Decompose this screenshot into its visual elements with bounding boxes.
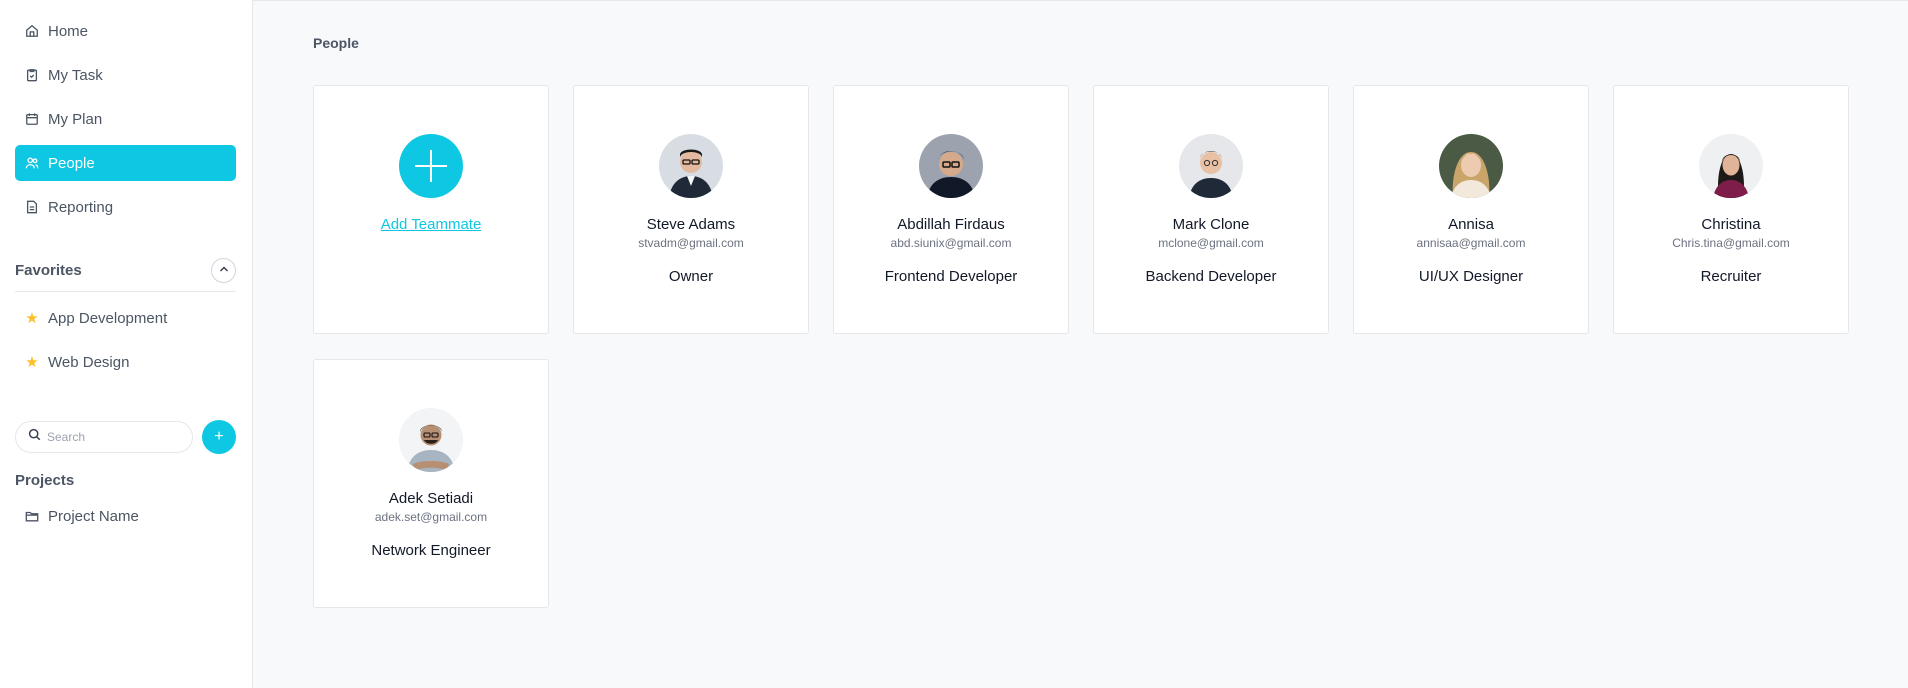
person-email: Chris.tina@gmail.com bbox=[1672, 236, 1790, 250]
person-name: Adek Setiadi bbox=[388, 490, 474, 507]
project-item[interactable]: Project Name bbox=[15, 498, 236, 534]
avatar bbox=[659, 134, 723, 198]
calendar-icon bbox=[24, 111, 40, 127]
person-email: adek.set@gmail.com bbox=[374, 510, 488, 524]
avatar bbox=[1179, 134, 1243, 198]
avatar bbox=[919, 134, 983, 198]
sidebar: Home My Task My Plan People Reporting Fa… bbox=[0, 0, 253, 688]
search-input[interactable] bbox=[47, 430, 187, 444]
home-icon bbox=[24, 23, 40, 39]
add-teammate-button[interactable] bbox=[399, 134, 463, 198]
projects-title: Projects bbox=[15, 472, 75, 489]
person-card[interactable]: Annisa annisaa@gmail.com UI/UX Designer bbox=[1353, 85, 1589, 334]
person-role: Recruiter bbox=[1700, 268, 1762, 285]
person-role: Backend Developer bbox=[1145, 268, 1277, 285]
nav-item-home[interactable]: Home bbox=[15, 13, 236, 49]
add-teammate-card[interactable]: Add Teammate bbox=[313, 85, 549, 334]
plus-icon bbox=[415, 150, 447, 182]
person-email: stvadm@gmail.com bbox=[638, 236, 744, 250]
nav-item-people[interactable]: People bbox=[15, 145, 236, 181]
folder-icon bbox=[24, 508, 40, 524]
project-label: Project Name bbox=[48, 507, 139, 525]
sidebar-search[interactable] bbox=[15, 421, 193, 453]
favorite-item-app-development[interactable]: ★ App Development bbox=[15, 300, 236, 336]
person-card[interactable]: Abdillah Firdaus abd.siunix@gmail.com Fr… bbox=[833, 85, 1069, 334]
person-card[interactable]: Steve Adams stvadm@gmail.com Owner bbox=[573, 85, 809, 334]
document-icon bbox=[24, 199, 40, 215]
person-card[interactable]: Christina Chris.tina@gmail.com Recruiter bbox=[1613, 85, 1849, 334]
nav-item-reporting[interactable]: Reporting bbox=[15, 189, 236, 225]
add-project-button[interactable]: + bbox=[202, 420, 236, 454]
person-card[interactable]: Mark Clone mclone@gmail.com Backend Deve… bbox=[1093, 85, 1329, 334]
person-name: Mark Clone bbox=[1172, 216, 1250, 233]
search-icon bbox=[28, 428, 41, 446]
nav-label: Reporting bbox=[48, 198, 114, 216]
avatar bbox=[1439, 134, 1503, 198]
people-icon bbox=[24, 155, 40, 171]
nav-label: My Plan bbox=[48, 110, 103, 128]
person-role: UI/UX Designer bbox=[1418, 268, 1524, 285]
person-email: annisaa@gmail.com bbox=[1416, 236, 1526, 250]
favorites-title: Favorites bbox=[15, 262, 82, 279]
person-name: Annisa bbox=[1448, 216, 1494, 233]
page-title: People bbox=[313, 35, 359, 51]
plus-icon: + bbox=[214, 428, 224, 445]
add-teammate-link[interactable]: Add Teammate bbox=[314, 216, 548, 233]
favorites-collapse-button[interactable] bbox=[211, 258, 236, 283]
person-name: Christina bbox=[1701, 216, 1761, 233]
person-card[interactable]: Adek Setiadi adek.set@gmail.com Network … bbox=[313, 359, 549, 608]
nav-label: People bbox=[48, 154, 95, 172]
favorite-label: App Development bbox=[48, 309, 168, 327]
star-icon: ★ bbox=[25, 310, 39, 327]
person-role: Frontend Developer bbox=[884, 268, 1018, 285]
nav-label: Home bbox=[48, 22, 89, 40]
favorites-divider bbox=[15, 291, 236, 292]
person-name: Abdillah Firdaus bbox=[897, 216, 1005, 233]
favorite-item-web-design[interactable]: ★ Web Design bbox=[15, 344, 236, 380]
star-icon: ★ bbox=[25, 354, 39, 371]
nav-label: My Task bbox=[48, 66, 103, 84]
clipboard-icon bbox=[24, 67, 40, 83]
main-top-border bbox=[253, 0, 1908, 1]
person-email: mclone@gmail.com bbox=[1158, 236, 1264, 250]
person-name: Steve Adams bbox=[646, 216, 736, 233]
nav-item-my-task[interactable]: My Task bbox=[15, 57, 236, 93]
avatar bbox=[399, 408, 463, 472]
avatar bbox=[1699, 134, 1763, 198]
person-role: Network Engineer bbox=[371, 542, 491, 559]
chevron-up-icon bbox=[218, 262, 230, 280]
person-role: Owner bbox=[668, 268, 714, 285]
person-email: abd.siunix@gmail.com bbox=[890, 236, 1012, 250]
nav-item-my-plan[interactable]: My Plan bbox=[15, 101, 236, 137]
favorite-label: Web Design bbox=[48, 353, 130, 371]
